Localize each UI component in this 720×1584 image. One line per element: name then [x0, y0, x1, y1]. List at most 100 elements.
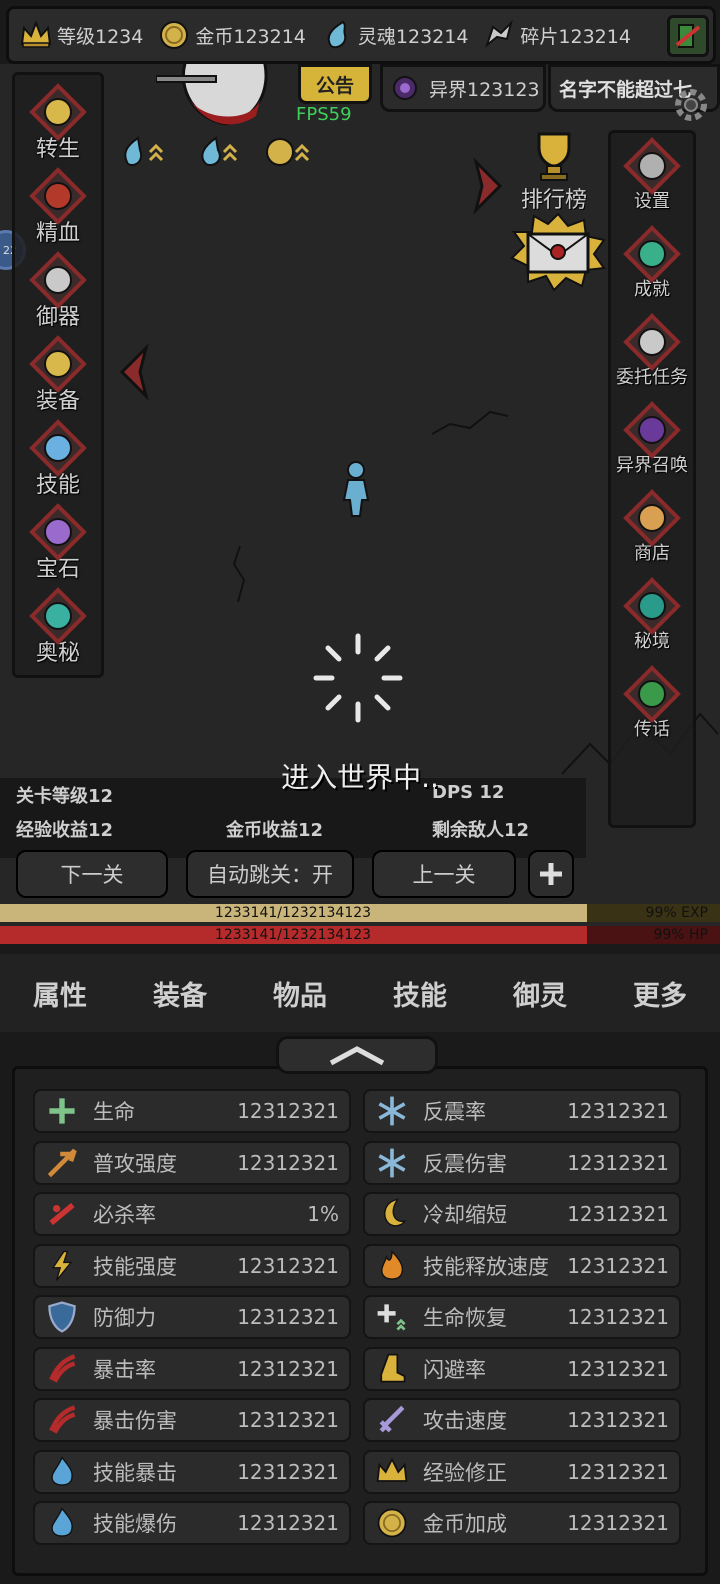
attribute-icon	[371, 1296, 413, 1338]
hp-percent: 99% HP	[653, 926, 708, 944]
right-menu: 设置成就委托任务异界召唤商店秘境传话	[608, 130, 696, 828]
exp-pct: 99%	[645, 905, 677, 921]
shop-icon	[623, 489, 681, 547]
attribute-value: 12312321	[237, 1511, 339, 1535]
essence-icon	[29, 167, 87, 225]
attribute-row: 普攻强度 12312321	[33, 1140, 351, 1185]
lightning-icon	[51, 1250, 73, 1281]
right-arrow-icon[interactable]	[470, 158, 506, 214]
attribute-icon	[41, 1502, 83, 1544]
fire-icon	[381, 1249, 404, 1280]
attribute-row: 反震伤害 12312321	[363, 1140, 681, 1185]
attribute-value: 12312321	[567, 1099, 669, 1123]
next-stage-button[interactable]: 下一关	[16, 850, 168, 898]
attribute-row: 金币加成 12312321	[363, 1501, 681, 1545]
right-menu-item-achievement[interactable]: 成就	[611, 225, 693, 301]
attribute-value: 12312321	[567, 1202, 669, 1226]
right-menu-item-secret-realm[interactable]: 秘境	[611, 577, 693, 653]
right-menu-item-message[interactable]: 传话	[611, 665, 693, 741]
prev-stage-button[interactable]: 上一关	[372, 850, 516, 898]
gear-button[interactable]	[670, 84, 712, 126]
ranking-label: 排行榜	[520, 188, 587, 213]
tab-5[interactable]: 更多	[600, 974, 720, 1013]
auto-skip-button[interactable]: 自动跳关：开	[186, 850, 354, 898]
attribute-value: 12312321	[237, 1459, 339, 1484]
attribute-row: 冷却缩短 12312321	[363, 1192, 681, 1236]
crown-icon	[19, 18, 53, 52]
left-menu-item-rebirth[interactable]: 转生	[15, 83, 101, 163]
attribute-row: 生命恢复 12312321	[363, 1295, 681, 1339]
attribute-value: 12312321	[237, 1356, 339, 1381]
fragment-text: 碎片123214	[520, 25, 631, 48]
tab-3[interactable]: 技能	[360, 974, 480, 1013]
attribute-icon	[371, 1348, 413, 1390]
flame-icon	[51, 1507, 73, 1537]
left-menu-item-mystery[interactable]: 奥秘	[15, 587, 101, 667]
attribute-value: 12312321	[237, 1253, 339, 1278]
summon-icon	[623, 401, 681, 459]
left-menu: 转生 精血 御器 装备 技能 宝石 奥秘	[12, 72, 104, 678]
rebirth-icon	[29, 83, 87, 141]
attribute-name: 暴击伤害	[93, 1409, 177, 1433]
tab-2[interactable]: 物品	[240, 974, 360, 1013]
attribute-icon	[41, 1245, 83, 1287]
attribute-icon	[371, 1090, 413, 1132]
plus-icon	[540, 863, 562, 885]
attribute-row: 攻击速度 12312321	[363, 1398, 681, 1442]
attribute-icon	[41, 1348, 83, 1390]
ranking-button[interactable]: 排行榜	[514, 128, 594, 214]
attribute-value: 12312321	[237, 1408, 339, 1432]
hp-pct: 99%	[653, 927, 685, 943]
attribute-name: 反震伤害	[423, 1151, 507, 1176]
right-menu-item-settings[interactable]: 设置	[611, 137, 693, 213]
attribute-name: 反震率	[423, 1100, 486, 1124]
gear-icon	[675, 89, 707, 121]
attribute-name: 技能暴击	[93, 1460, 177, 1485]
gold-resource: 金币123214	[157, 18, 306, 52]
attribute-name: 生命恢复	[423, 1306, 507, 1330]
attribute-row: 暴击率 12312321	[33, 1346, 351, 1391]
exit-icon	[675, 24, 701, 48]
tab-1[interactable]: 装备	[120, 974, 240, 1013]
player-character	[342, 461, 370, 517]
axe-icon	[156, 64, 268, 126]
left-menu-item-essence[interactable]: 精血	[15, 167, 101, 247]
attribute-icon	[371, 1193, 413, 1235]
attribute-row: 技能爆伤 12312321	[33, 1501, 351, 1545]
flame-icon	[51, 1455, 73, 1486]
notice-button[interactable]: 公告	[298, 64, 372, 104]
attribute-value: 12312321	[567, 1459, 669, 1484]
claw-icon	[49, 1353, 76, 1383]
heal-icon	[377, 1304, 406, 1331]
slash-icon	[49, 1202, 75, 1226]
loading-text: 进入世界中..	[281, 761, 439, 794]
exit-button[interactable]	[667, 15, 709, 57]
right-menu-item-summon[interactable]: 异界召唤	[611, 401, 693, 477]
attribute-icon	[41, 1451, 83, 1493]
left-menu-item-artifact[interactable]: 御器	[15, 251, 101, 331]
right-menu-item-shop[interactable]: 商店	[611, 489, 693, 565]
secret-realm-icon	[623, 577, 681, 635]
fragment-icon	[482, 18, 516, 52]
tab-0[interactable]: 属性	[0, 974, 120, 1013]
left-menu-item-gem[interactable]: 宝石	[15, 503, 101, 583]
attribute-name: 普攻强度	[93, 1151, 177, 1176]
collapse-button[interactable]	[276, 1036, 438, 1074]
buff-icons	[124, 136, 310, 166]
otherworld-text: 异界123123	[429, 78, 540, 101]
attribute-value: 12312321	[567, 1150, 669, 1175]
left-menu-item-equipment[interactable]: 装备	[15, 335, 101, 415]
portal-icon	[393, 76, 417, 100]
add-button[interactable]	[528, 850, 574, 898]
game-scene: 公告 FPS59 异界123123 名字不能超过七 22 转生 精血 御器 装备 技能宝…	[0, 64, 720, 944]
plus-icon	[49, 1098, 75, 1124]
attribute-name: 技能强度	[93, 1254, 177, 1279]
tab-4[interactable]: 御灵	[480, 974, 600, 1013]
loading-spinner-icon	[313, 633, 403, 723]
ice-icon	[378, 1148, 406, 1177]
attribute-value: 12312321	[237, 1099, 339, 1123]
left-arrow-icon[interactable]	[116, 344, 152, 400]
right-menu-item-commission[interactable]: 委托任务	[611, 313, 693, 389]
mail-icon[interactable]	[508, 212, 608, 292]
left-menu-item-skill[interactable]: 技能	[15, 419, 101, 499]
